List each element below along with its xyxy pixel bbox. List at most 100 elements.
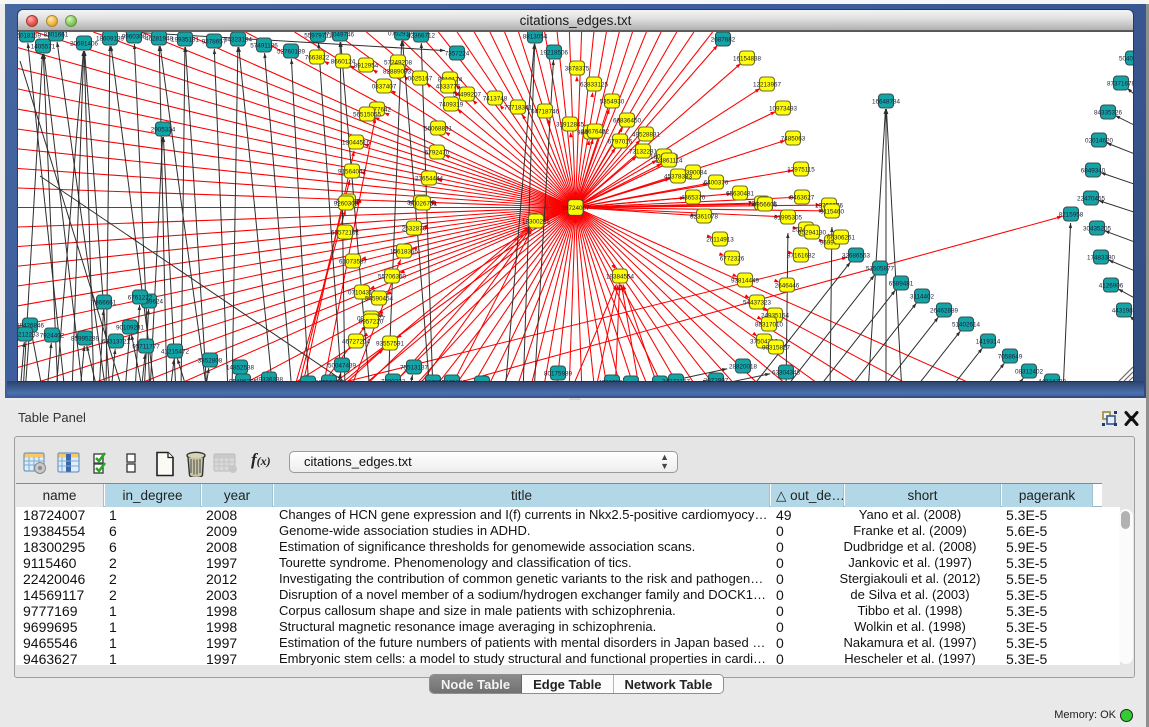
svg-text:84335326: 84335326 [1094,109,1123,116]
svg-text:80175989: 80175989 [544,370,573,377]
svg-text:93814449: 93814449 [731,277,760,284]
svg-text:54590454: 54590454 [365,295,394,302]
svg-text:30435205: 30435205 [1083,225,1112,232]
svg-text:62361078: 62361078 [690,213,719,220]
svg-text:7413748: 7413748 [483,95,508,102]
svg-text:6792470: 6792470 [425,149,450,156]
svg-text:63304348: 63304348 [772,369,801,376]
svg-text:65630481: 65630481 [726,190,755,197]
svg-text:0837407: 0837407 [372,83,397,90]
svg-text:04718746: 04718746 [531,108,560,115]
svg-text:7866661: 7866661 [92,299,117,306]
svg-text:9260309: 9260309 [334,200,359,207]
svg-text:7058649: 7058649 [998,353,1023,360]
svg-text:20691406: 20691406 [70,40,99,47]
svg-text:54499207: 54499207 [453,91,482,98]
svg-text:6400376: 6400376 [704,179,729,186]
svg-text:7409319: 7409319 [439,101,464,108]
svg-text:6957220: 6957220 [359,318,384,325]
svg-text:51402614: 51402614 [952,321,981,328]
svg-text:8912954: 8912954 [354,62,379,69]
svg-text:1419314: 1419314 [976,338,1001,345]
svg-text:19384554: 19384554 [606,273,635,280]
svg-text:87371678: 87371678 [1107,80,1133,87]
svg-text:90109281: 90109281 [116,324,145,331]
svg-text:18724007: 18724007 [561,205,590,212]
svg-text:75513137: 75513137 [400,364,429,371]
svg-text:45378383: 45378383 [664,173,693,180]
svg-text:18300295: 18300295 [522,218,551,225]
svg-text:7663822: 7663822 [305,54,330,61]
svg-text:56515055: 56515055 [353,111,382,118]
svg-text:57491186: 57491186 [250,42,278,49]
svg-text:77718341: 77718341 [504,104,533,111]
svg-text:85995289: 85995289 [71,335,100,342]
svg-text:9463627: 9463627 [790,194,815,201]
svg-text:0025167: 0025167 [408,75,433,82]
svg-text:2905334: 2905334 [151,126,176,133]
svg-text:46727204: 46727204 [342,338,371,345]
svg-text:36676402: 36676402 [581,128,610,135]
svg-text:99315827: 99315827 [762,344,791,351]
svg-text:65572101: 65572101 [331,229,360,236]
svg-text:50047439: 50047439 [328,362,357,369]
svg-text:91805888: 91805888 [438,379,467,381]
svg-text:26114913: 26114913 [706,236,734,243]
svg-text:6589481: 6589481 [889,280,914,287]
svg-text:61073587: 61073587 [339,258,368,265]
svg-text:60313721: 60313721 [102,338,131,345]
svg-text:5354930: 5354930 [600,98,625,105]
svg-text:8813054: 8813054 [523,33,548,40]
svg-text:87161682: 87161682 [787,252,816,259]
svg-text:3878375: 3878375 [565,65,590,72]
svg-text:12975115: 12975115 [787,166,815,173]
svg-text:54323194: 54323194 [224,36,253,43]
svg-text:18609139: 18609139 [96,35,125,42]
svg-text:82889093: 82889093 [383,68,412,75]
svg-text:7485063: 7485063 [781,135,806,142]
svg-text:2646446: 2646446 [775,282,800,289]
svg-text:24861114: 24861114 [655,157,683,164]
svg-text:66306261: 66306261 [827,234,856,241]
svg-text:55706360: 55706360 [378,273,407,280]
svg-text:10973493: 10973493 [769,105,798,112]
svg-text:4956605: 4956605 [753,201,778,208]
svg-text:3114402: 3114402 [910,293,935,300]
svg-text:7290222: 7290222 [381,378,406,381]
svg-text:7357224: 7357224 [445,50,470,57]
svg-text:6797016: 6797016 [608,138,633,145]
svg-text:4126906: 4126906 [1099,282,1124,289]
svg-text:32686563: 32686563 [842,252,871,259]
svg-text:71049746: 71049746 [326,32,355,38]
svg-text:12213967: 12213967 [753,81,782,88]
svg-text:52760189: 52760189 [277,48,306,55]
svg-text:15618365: 15618365 [390,248,419,255]
svg-text:50400088: 50400088 [1119,55,1133,62]
svg-text:19935181: 19935181 [171,36,200,43]
svg-text:95711777: 95711777 [132,343,160,350]
svg-text:51505877: 51505877 [866,265,895,272]
svg-text:6761222: 6761222 [128,294,153,301]
svg-text:8301661: 8301661 [44,32,69,38]
svg-text:14852538: 14852538 [226,364,255,371]
svg-text:93557591: 93557591 [376,340,405,347]
svg-text:24273167: 24273167 [662,378,691,381]
svg-text:88317010: 88317010 [755,321,784,328]
svg-text:8660124: 8660124 [331,58,356,65]
svg-text:26018159: 26018159 [18,32,41,39]
svg-text:56068831: 56068831 [424,125,453,132]
svg-text:01995305: 01995305 [774,214,803,221]
svg-text:7924402: 7924402 [40,332,65,339]
svg-text:95486205: 95486205 [229,378,258,381]
svg-text:3852808: 3852808 [198,357,223,364]
svg-text:54437323: 54437323 [743,299,772,306]
svg-text:4365370: 4365370 [681,194,706,201]
svg-text:2532870: 2532870 [402,225,427,232]
svg-text:42366712: 42366712 [407,32,436,39]
svg-text:60026751: 60026751 [409,200,438,207]
svg-text:62833125: 62833125 [580,81,609,88]
svg-text:26462889: 26462889 [930,307,959,314]
svg-text:18033401: 18033401 [468,380,497,381]
svg-text:9115460: 9115460 [820,208,845,215]
svg-text:9960308: 9960308 [122,33,147,40]
